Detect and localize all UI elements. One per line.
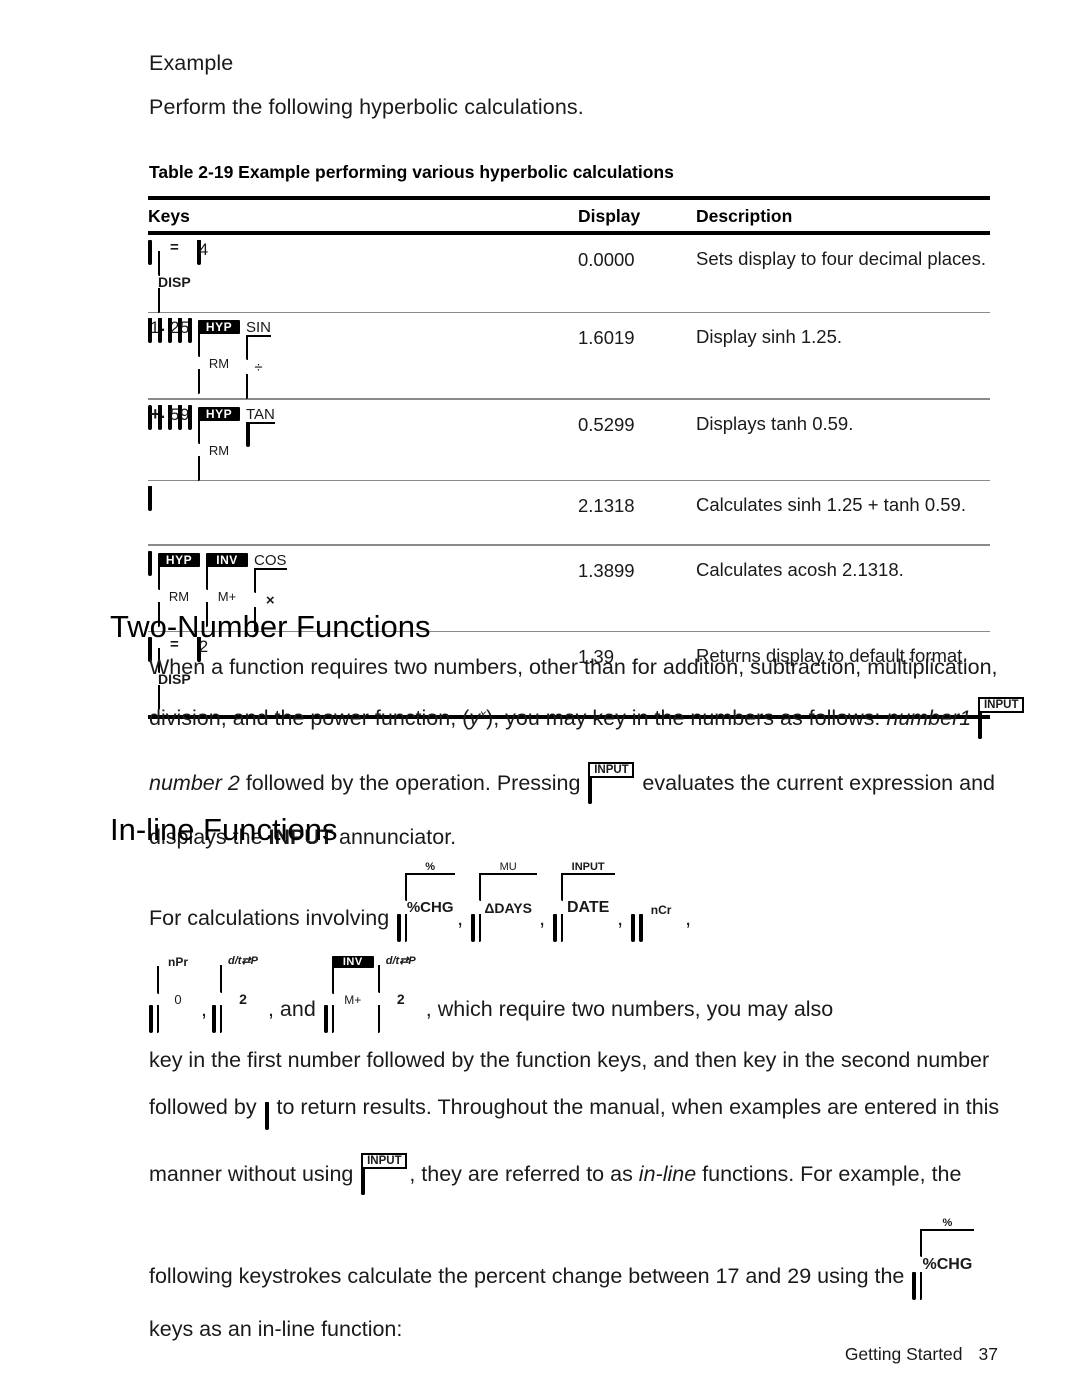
row-display-value: 0.5299 [578, 413, 635, 435]
decimal-dot-glyph [639, 920, 644, 924]
inv-mplus-key-icon: INV M+ [331, 956, 374, 1033]
row-display-value: 2.1318 [578, 495, 635, 517]
shift-up-key-icon [149, 1005, 181, 1033]
hyp-rm-key-icon: HYP RM [198, 320, 240, 395]
input-key-icon: INPUT [978, 697, 1025, 739]
intro-block: Example Perform the following hyperbolic… [149, 51, 584, 140]
input-key-icon: INPUT [361, 1153, 408, 1195]
heading-two-number-functions: Two-Number Functions [110, 609, 431, 644]
table-row: 1 . 2 5 HYP RM SIN ÷ 1.6019 Display sinh… [148, 313, 990, 400]
ncr-key-icon: nCr [639, 904, 683, 942]
digit-key-2-icon: 2 [168, 318, 179, 344]
column-header-description: Description [696, 206, 793, 226]
shift-up-key-icon [631, 914, 663, 942]
row-description: Displays tanh 0.59. [696, 412, 854, 434]
shift-down-key-icon [148, 239, 184, 265]
shift-up-key-icon [188, 404, 224, 430]
pct-chg-key-icon: % %CHG [405, 862, 456, 942]
number2-italic: number 2 [149, 771, 240, 795]
row-description: Calculates sinh 1.25 + tanh 0.59. [696, 494, 966, 516]
row-keys: + . 5 9 HYP RM TAN [148, 399, 578, 481]
page-footer: Getting Started 37 [845, 1344, 998, 1365]
delta-days-key-icon: MU ΔDAYS [479, 862, 538, 942]
intro-sentence: Perform the following hyperbolic calcula… [149, 94, 584, 119]
paragraph-line: keys as an in-line function: [149, 1317, 403, 1341]
shift-down-key-icon [553, 914, 585, 942]
paragraph-line: When a function requires two numbers, ot… [149, 655, 998, 679]
row-description: Calculates acosh 2.1318. [696, 558, 904, 580]
pct-chg-key-icon: % %CHG [920, 1218, 975, 1300]
digit-key-5-icon: 5 [178, 318, 189, 344]
table-row: = DISP 4 0.0000 Sets display to four dec… [148, 235, 990, 313]
tan-minus-key-icon: TAN [246, 407, 275, 447]
shift-up-key-icon [211, 1005, 244, 1033]
shift-up-key-icon [323, 1005, 356, 1033]
shift-down-key-icon [397, 914, 429, 942]
date-key-icon: INPUT DATE [561, 862, 616, 942]
sin-divide-key-icon: SIN ÷ [246, 320, 272, 400]
shift-up-key-icon [188, 318, 224, 344]
row-description: Sets display to four decimal places. [696, 247, 986, 269]
decimal-point-key-icon: . [158, 313, 166, 344]
column-header-display: Display [578, 206, 641, 226]
dft-p-key-icon: d/t⇄P 2 [377, 955, 424, 1033]
number1-italic: number1 [886, 706, 972, 730]
row-keys: = DISP 4 [148, 239, 578, 313]
disp-key-icon: = DISP [158, 240, 191, 313]
row-display-value: 1.6019 [578, 327, 635, 349]
npr-key-icon: nPr 0 [157, 956, 199, 1033]
equals-key-icon [148, 486, 152, 512]
in-line-italic: in-line [638, 1162, 697, 1186]
paragraph-line: key in the first number followed by the … [149, 1048, 990, 1072]
paragraph-line: followed by to return results. Throughou… [149, 1095, 999, 1130]
row-display-value: 1.3899 [578, 559, 635, 581]
dft-p-key-icon: d/t⇄P 2 [219, 955, 266, 1033]
footer-page-number: 37 [978, 1344, 998, 1364]
row-display-value: 0.0000 [578, 248, 635, 270]
row-keys [148, 486, 578, 512]
row-description: Display sinh 1.25. [696, 326, 843, 348]
table-caption: Table 2-19 Example performing various hy… [149, 162, 674, 182]
document-page: Example Perform the following hyperbolic… [0, 0, 1080, 1397]
shift-down-key-icon [471, 914, 503, 942]
paragraph-line: number 2 followed by the operation. Pres… [149, 762, 995, 804]
heading-in-line-functions: In-line Functions [110, 812, 338, 847]
digit-key-4-icon: 4 [196, 239, 208, 265]
column-header-keys: Keys [148, 206, 190, 226]
paragraph-line: manner without using INPUT , they are re… [149, 1153, 994, 1195]
row-keys: 1 . 2 5 HYP RM SIN ÷ [148, 313, 578, 400]
paragraph-line: For calculations involving % %CHG , MU Δ… [149, 862, 994, 942]
variable-y: y [469, 706, 481, 730]
footer-section-label: Getting Started [844, 1344, 963, 1364]
table-row: + . 5 9 HYP RM TAN 0.5299 Displays tanh … [148, 399, 990, 481]
digit-key-5-icon: 5 [168, 404, 179, 430]
in-line-functions-body: For calculations involving % %CHG , MU Δ… [149, 862, 999, 1359]
shift-up-key-icon [148, 550, 184, 576]
example-heading: Example [149, 51, 234, 75]
equals-key-icon [264, 1102, 269, 1130]
plus-key-icon: + [148, 404, 161, 430]
digit-key-9-icon: 9 [178, 404, 189, 430]
paragraph-line: nPr 0 , d/t⇄P 2 , and INV M+ d/t⇄P 2 , w… [149, 955, 994, 1033]
input-key-icon: INPUT [588, 762, 635, 804]
decimal-point-key-icon: . [158, 399, 166, 430]
hyp-rm-key-icon: HYP RM [198, 406, 240, 481]
paragraph-line: following keystrokes calculate the perce… [149, 1218, 994, 1300]
table-header-row: Keys Display Description [148, 200, 990, 231]
paragraph-line: division, and the power function, (yx), … [149, 697, 1025, 739]
shift-down-key-icon [912, 1272, 947, 1300]
digit-key-1-icon: 1 [148, 318, 159, 344]
table-row: 2.1318 Calculates sinh 1.25 + tanh 0.59. [148, 481, 990, 544]
